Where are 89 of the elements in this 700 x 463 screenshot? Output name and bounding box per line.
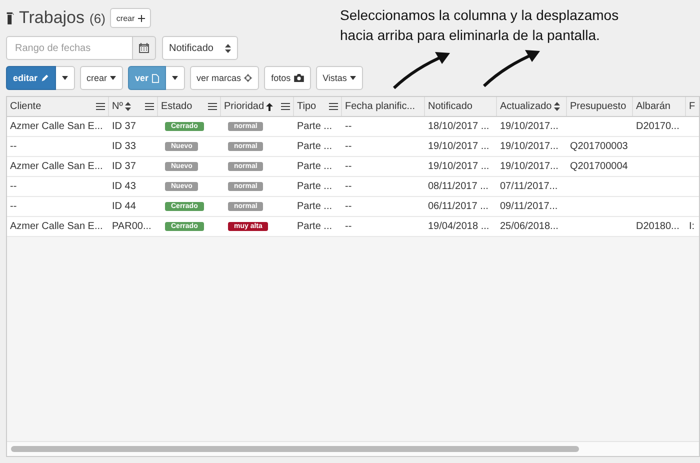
- column-header[interactable]: Nº: [112, 101, 123, 112]
- dropdown-button[interactable]: crear: [80, 66, 124, 90]
- cell-text: Parte ...: [297, 141, 332, 152]
- cell-text: ID 37: [112, 121, 136, 132]
- menu-icon[interactable]: [329, 103, 338, 110]
- plus-icon: [138, 14, 145, 22]
- cell-text: Parte ...: [297, 181, 332, 192]
- cell-text: ID 43: [112, 181, 136, 192]
- job-count: (6): [90, 10, 106, 26]
- dropdown-button[interactable]: [166, 66, 185, 90]
- cell-text: Parte ...: [297, 121, 332, 132]
- column-header[interactable]: Presupuesto: [570, 101, 626, 112]
- menu-icon[interactable]: [281, 103, 290, 110]
- scrollbar-thumb[interactable]: [11, 446, 579, 452]
- page-title: Trabajos: [19, 8, 85, 28]
- column-header[interactable]: Actualizado: [500, 101, 552, 112]
- sort-icon[interactable]: [124, 102, 131, 111]
- cell-text: 06/11/2017 ...: [428, 201, 488, 212]
- extinguisher-icon: [6, 11, 14, 25]
- cell-text: --: [345, 201, 352, 212]
- caret-icon: [172, 76, 178, 80]
- cell-text: --: [10, 181, 17, 192]
- cell-text: Azmer Calle San E...: [10, 161, 103, 172]
- sort-icon[interactable]: [554, 102, 560, 111]
- cell-text: --: [345, 181, 352, 192]
- sort-select[interactable]: Notificado: [162, 36, 238, 60]
- create-button[interactable]: crear: [110, 8, 151, 28]
- column-header[interactable]: Cliente: [10, 101, 42, 112]
- edit-button[interactable]: editar: [6, 66, 56, 90]
- cell-text: --: [10, 201, 17, 212]
- cell-text: Parte ...: [297, 201, 332, 212]
- updown-icon: [225, 44, 231, 52]
- cell-text: I:: [689, 221, 695, 232]
- cell-text: 09/11/2017...: [500, 201, 558, 212]
- arrow-drawing: [390, 50, 452, 90]
- menu-icon[interactable]: [208, 103, 217, 110]
- caret-icon: [62, 76, 68, 80]
- cell-text: 25/06/2018...: [500, 221, 558, 232]
- dropdown-button[interactable]: [56, 66, 75, 90]
- caret-icon: [110, 76, 116, 80]
- column-header[interactable]: Fecha planific...: [345, 101, 416, 112]
- cell-text: Parte ...: [297, 221, 332, 232]
- column-header[interactable]: Tipo: [297, 101, 316, 112]
- arrow-drawing: [480, 48, 542, 88]
- crosshair-icon: [244, 74, 252, 82]
- sort-up-icon[interactable]: [266, 102, 274, 110]
- cell-text: --: [345, 121, 352, 132]
- cell-text: 08/11/2017 ...: [428, 181, 488, 192]
- camera-icon: [294, 74, 304, 82]
- cell-text: --: [345, 221, 352, 232]
- cell-text: 19/04/2018 ...: [428, 221, 490, 232]
- dropdown-button[interactable]: Vistas: [316, 66, 363, 90]
- column-header[interactable]: Albarán: [636, 101, 670, 112]
- cell-text: ID 44: [112, 201, 136, 212]
- cell-text: --: [345, 161, 352, 172]
- cell-text: D20180...: [636, 221, 680, 232]
- date-range-field[interactable]: Rango de fechas: [6, 36, 133, 60]
- menu-icon[interactable]: [96, 103, 105, 110]
- cell-text: --: [345, 141, 352, 152]
- file-icon: [152, 74, 159, 82]
- toolbar-button[interactable]: ver marcas: [190, 66, 260, 90]
- calendar-icon: [139, 43, 149, 53]
- pencil-icon: [40, 74, 49, 82]
- column-header[interactable]: Prioridad: [224, 101, 264, 112]
- cell-text: Q201700004: [570, 161, 628, 172]
- toolbar-button[interactable]: fotos: [264, 66, 311, 90]
- menu-icon[interactable]: [145, 103, 154, 110]
- cell-text: ID 33: [112, 141, 136, 152]
- annotation-text: Seleccionamos la columna y la desplazamos hacia arriba para eliminarla de la pantalla.: [340, 6, 620, 45]
- cell-text: Parte ...: [297, 161, 332, 172]
- column-header[interactable]: Estado: [161, 101, 192, 112]
- column-header[interactable]: F: [689, 101, 696, 112]
- calendar-button[interactable]: [133, 36, 156, 60]
- cell-text: 19/10/2017 ...: [428, 141, 490, 152]
- cell-text: 07/11/2017...: [500, 181, 558, 192]
- column-header[interactable]: Notificado: [428, 101, 472, 112]
- cell-text: Azmer Calle San E...: [10, 221, 103, 232]
- cell-text: 19/10/2017...: [500, 121, 558, 132]
- cell-text: 18/10/2017 ...: [428, 121, 490, 132]
- cell-text: 19/10/2017...: [500, 141, 558, 152]
- cell-text: 19/10/2017...: [500, 161, 558, 172]
- cell-text: Azmer Calle San E...: [10, 121, 103, 132]
- cell-text: ID 37: [112, 161, 136, 172]
- cell-text: 19/10/2017 ...: [428, 161, 490, 172]
- cell-text: Q201700003: [570, 141, 628, 152]
- cell-text: D20170...: [636, 121, 680, 132]
- cell-text: PAR00...: [112, 221, 152, 232]
- cell-text: --: [10, 141, 17, 152]
- caret-icon: [350, 76, 356, 80]
